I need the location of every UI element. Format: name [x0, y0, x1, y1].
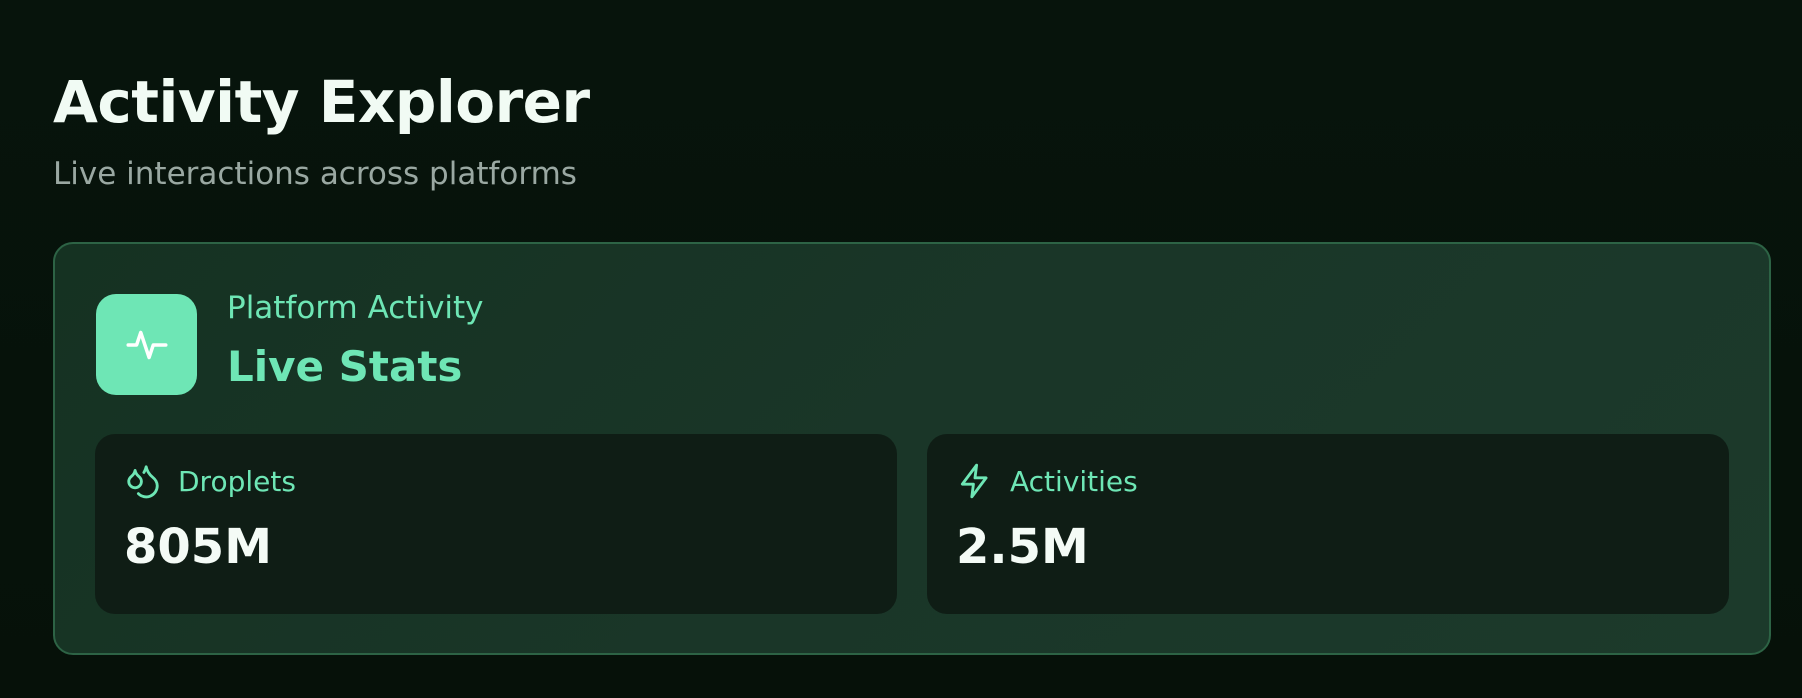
lightning-icon: [956, 462, 994, 500]
stat-card-activities: Activities 2.5M: [927, 434, 1729, 614]
page-subtitle: Live interactions across platforms: [53, 156, 577, 192]
stat-value: 805M: [124, 519, 272, 575]
stat-label-row: Activities: [956, 462, 1138, 500]
platform-activity-panel: Platform Activity Live Stats Droplets 80…: [53, 242, 1771, 655]
page-title: Activity Explorer: [53, 68, 590, 136]
stat-value: 2.5M: [956, 519, 1089, 575]
panel-title: Live Stats: [227, 342, 463, 391]
stat-card-droplets: Droplets 805M: [95, 434, 897, 614]
panel-eyebrow: Platform Activity: [227, 290, 484, 326]
stat-label: Droplets: [178, 464, 296, 498]
stat-label-row: Droplets: [124, 462, 296, 500]
stat-label: Activities: [1010, 464, 1138, 498]
activity-icon: [96, 294, 197, 395]
droplets-icon: [124, 462, 162, 500]
